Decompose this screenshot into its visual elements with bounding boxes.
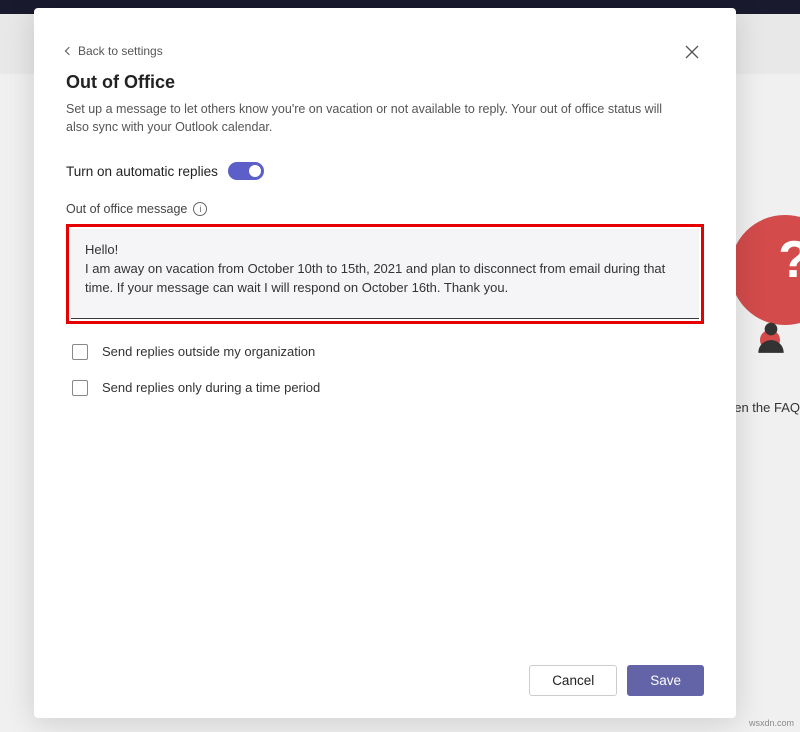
close-icon bbox=[684, 44, 700, 60]
send-time-period-label: Send replies only during a time period bbox=[102, 380, 320, 395]
cancel-button[interactable]: Cancel bbox=[529, 665, 617, 696]
modal-footer: Cancel Save bbox=[66, 647, 704, 696]
send-outside-org-row[interactable]: Send replies outside my organization bbox=[66, 344, 704, 360]
send-outside-org-checkbox[interactable] bbox=[72, 344, 88, 360]
send-time-period-checkbox[interactable] bbox=[72, 380, 88, 396]
message-highlight-box: Hello! I am away on vacation from Octobe… bbox=[66, 224, 704, 324]
toggle-knob-icon bbox=[249, 165, 261, 177]
message-label-row: Out of office message i bbox=[66, 202, 704, 216]
out-of-office-modal: Back to settings Out of Office Set up a … bbox=[34, 8, 736, 718]
send-outside-org-label: Send replies outside my organization bbox=[102, 344, 315, 359]
faq-link-text[interactable]: en the FAQ bbox=[734, 400, 800, 415]
person-avatar-icon bbox=[752, 318, 790, 356]
page-title: Out of Office bbox=[66, 72, 704, 93]
message-label: Out of office message bbox=[66, 202, 187, 216]
automatic-replies-toggle-row: Turn on automatic replies bbox=[66, 162, 704, 180]
save-button[interactable]: Save bbox=[627, 665, 704, 696]
back-to-settings-link[interactable]: Back to settings bbox=[66, 44, 704, 58]
automatic-replies-toggle[interactable] bbox=[228, 162, 264, 180]
watermark-text: wsxdn.com bbox=[749, 718, 794, 728]
page-description: Set up a message to let others know you'… bbox=[66, 101, 666, 136]
chevron-left-icon bbox=[65, 47, 73, 55]
out-of-office-message-input[interactable]: Hello! I am away on vacation from Octobe… bbox=[71, 229, 699, 319]
info-icon[interactable]: i bbox=[193, 202, 207, 216]
send-time-period-row[interactable]: Send replies only during a time period bbox=[66, 380, 704, 396]
back-link-label: Back to settings bbox=[78, 44, 163, 58]
toggle-label: Turn on automatic replies bbox=[66, 164, 218, 179]
close-button[interactable] bbox=[684, 44, 706, 66]
question-mark-icon: ? bbox=[778, 230, 800, 290]
